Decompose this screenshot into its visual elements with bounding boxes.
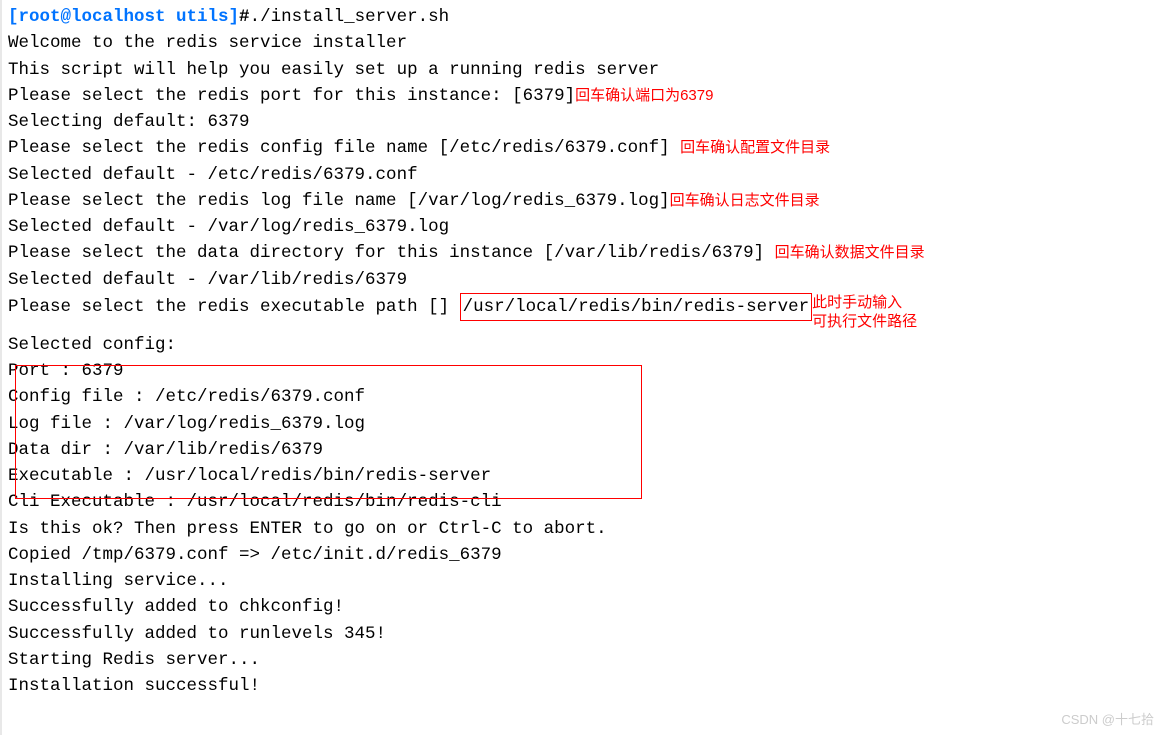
line-port-default: Selecting default: 6379 bbox=[8, 109, 1154, 135]
data-prompt-text: Please select the data directory for thi… bbox=[8, 243, 764, 263]
line-exec-prompt: Please select the redis executable path … bbox=[8, 293, 1154, 332]
port-annotation: 回车确认端口为6379 bbox=[575, 87, 713, 104]
left-border bbox=[0, 0, 2, 735]
watermark: CSDN @十七拾 bbox=[1061, 710, 1154, 730]
data-annotation: 回车确认数据文件目录 bbox=[775, 244, 925, 261]
line-welcome1: Welcome to the redis service installer bbox=[8, 30, 1154, 56]
line-config-prompt: Please select the redis config file name… bbox=[8, 135, 1154, 161]
exec-annotation: 此时手动输入可执行文件路径 bbox=[812, 293, 917, 332]
prompt-user-host: [root@localhost utils] bbox=[8, 7, 239, 27]
line-config-default: Selected default - /etc/redis/6379.conf bbox=[8, 162, 1154, 188]
line-welcome2: This script will help you easily set up … bbox=[8, 57, 1154, 83]
line-log-default: Selected default - /var/log/redis_6379.l… bbox=[8, 214, 1154, 240]
line-install-success: Installation successful! bbox=[8, 673, 1154, 699]
log-prompt-text: Please select the redis log file name [/… bbox=[8, 191, 670, 211]
line-installing: Installing service... bbox=[8, 568, 1154, 594]
line-summary-cli: Cli Executable : /usr/local/redis/bin/re… bbox=[8, 489, 1154, 515]
exec-prompt-text: Please select the redis executable path … bbox=[8, 297, 449, 317]
line-summary-port: Port : 6379 bbox=[8, 358, 1154, 384]
exec-path-box: /usr/local/redis/bin/redis-server bbox=[460, 293, 813, 321]
line-summary-exec: Executable : /usr/local/redis/bin/redis-… bbox=[8, 463, 1154, 489]
config-prompt-text: Please select the redis config file name… bbox=[8, 138, 670, 158]
line-prompt: [root@localhost utils]#./install_server.… bbox=[8, 4, 1154, 30]
line-data-default: Selected default - /var/lib/redis/6379 bbox=[8, 267, 1154, 293]
log-annotation: 回车确认日志文件目录 bbox=[670, 192, 820, 209]
line-success-run: Successfully added to runlevels 345! bbox=[8, 621, 1154, 647]
line-starting: Starting Redis server... bbox=[8, 647, 1154, 673]
line-log-prompt: Please select the redis log file name [/… bbox=[8, 188, 1154, 214]
exec-annotation-line1: 此时手动输入 bbox=[812, 294, 902, 311]
line-summary-log: Log file : /var/log/redis_6379.log bbox=[8, 411, 1154, 437]
terminal-output: [root@localhost utils]#./install_server.… bbox=[8, 4, 1154, 699]
line-port-prompt: Please select the redis port for this in… bbox=[8, 83, 1154, 109]
line-summary-datadir: Data dir : /var/lib/redis/6379 bbox=[8, 437, 1154, 463]
line-summary-config: Config file : /etc/redis/6379.conf bbox=[8, 384, 1154, 410]
line-copied: Copied /tmp/6379.conf => /etc/init.d/red… bbox=[8, 542, 1154, 568]
port-prompt-text: Please select the redis port for this in… bbox=[8, 86, 575, 106]
entered-command: ./install_server.sh bbox=[250, 7, 450, 27]
line-success-chk: Successfully added to chkconfig! bbox=[8, 594, 1154, 620]
prompt-hash: # bbox=[239, 7, 250, 27]
config-annotation: 回车确认配置文件目录 bbox=[680, 139, 830, 156]
exec-annotation-line2: 可执行文件路径 bbox=[812, 313, 917, 330]
line-selected-config: Selected config: bbox=[8, 332, 1154, 358]
line-data-prompt: Please select the data directory for thi… bbox=[8, 240, 1154, 266]
line-ok-prompt: Is this ok? Then press ENTER to go on or… bbox=[8, 516, 1154, 542]
